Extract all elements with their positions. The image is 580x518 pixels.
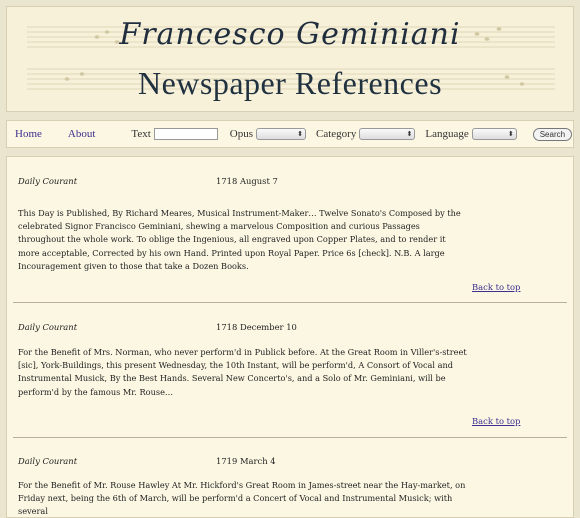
header-banner: Francesco Geminiani Newspaper References xyxy=(6,6,574,112)
category-filter-label: Category xyxy=(316,128,357,140)
site-title-script: Francesco Geminiani xyxy=(119,17,461,52)
site-title-main: Newspaper References xyxy=(137,65,443,101)
entry-text: This Day is Published, By Richard Meares… xyxy=(18,208,461,271)
opus-filter-label: Opus xyxy=(229,128,254,140)
select-arrows-icon: ⬍ xyxy=(406,130,413,138)
search-button[interactable]: Search xyxy=(532,127,573,141)
text-filter-label: Text xyxy=(131,128,151,140)
opus-select[interactable]: ⬍ xyxy=(256,128,307,140)
entry-text: For the Benefit of Mrs. Norman, who neve… xyxy=(18,347,467,397)
language-select[interactable]: ⬍ xyxy=(471,128,517,140)
entry-paper: Daily Courant xyxy=(18,176,78,186)
back-to-top-link[interactable]: Back to top xyxy=(472,416,520,426)
entry-divider xyxy=(13,437,567,438)
select-arrows-icon: ⬍ xyxy=(507,130,514,138)
nav-about-link[interactable]: About xyxy=(68,128,96,140)
text-filter-input[interactable] xyxy=(153,128,218,140)
entry-date: 1719 March 4 xyxy=(216,456,276,466)
entry-paper: Daily Courant xyxy=(18,456,78,466)
select-arrows-icon: ⬍ xyxy=(297,130,304,138)
entry-paper: Daily Courant xyxy=(18,322,78,332)
entry-divider xyxy=(13,302,567,303)
entry-date: 1718 August 7 xyxy=(216,176,278,186)
nav-home-link[interactable]: Home xyxy=(15,128,42,140)
results-list: Daily Courant 1718 August 7 This Day is … xyxy=(6,156,574,518)
category-select[interactable]: ⬍ xyxy=(359,128,416,140)
entry-date: 1718 December 10 xyxy=(216,322,297,332)
language-filter-label: Language xyxy=(425,128,469,140)
back-to-top-link[interactable]: Back to top xyxy=(472,282,520,292)
nav-bar: Home About Text Opus ⬍ Category ⬍ Langua… xyxy=(6,120,574,148)
entry-text: For the Benefit of Mr. Rouse Hawley At M… xyxy=(18,480,466,517)
page: Francesco Geminiani Newspaper References… xyxy=(6,6,574,518)
